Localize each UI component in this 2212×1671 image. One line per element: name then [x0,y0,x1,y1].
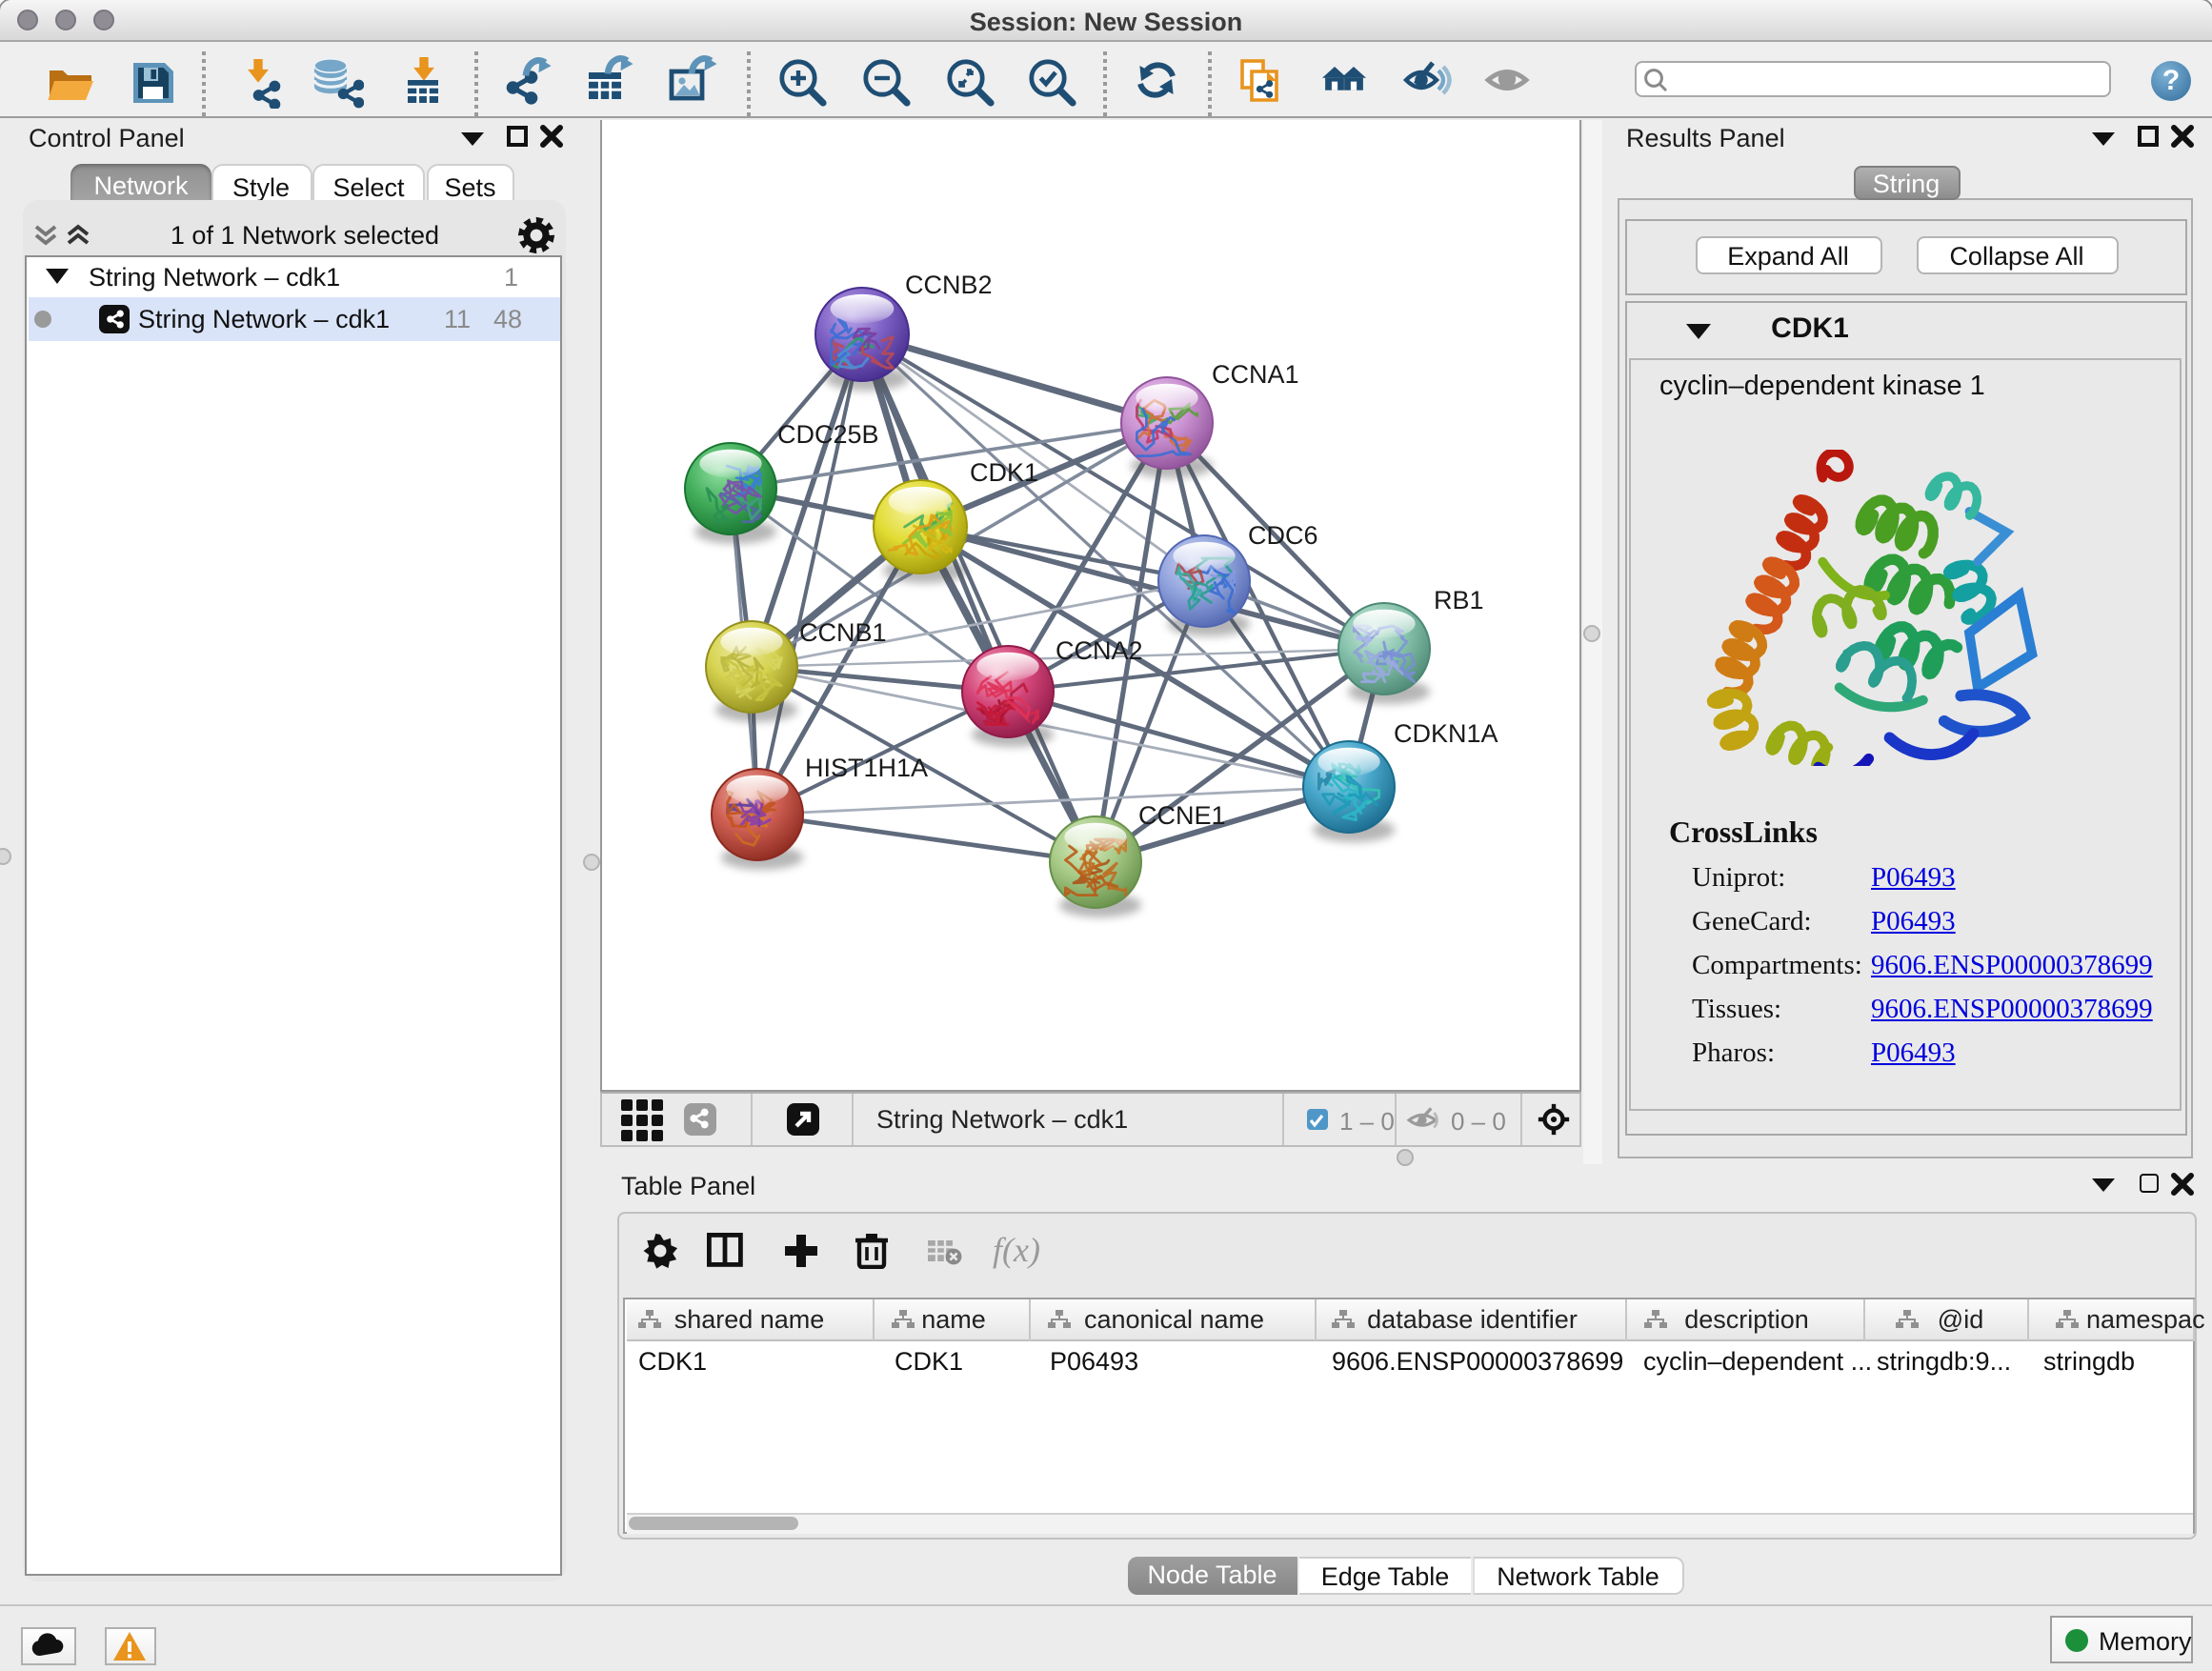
svg-text:HIST1H1A: HIST1H1A [804,753,927,781]
svg-text:CCNA2: CCNA2 [1055,635,1142,664]
svg-text:CDKN1A: CDKN1A [1393,718,1498,747]
svg-text:CCNB2: CCNB2 [904,270,992,298]
svg-text:CCNE1: CCNE1 [1137,800,1225,829]
svg-text:CCNA1: CCNA1 [1211,359,1298,388]
svg-text:CDK1: CDK1 [969,457,1037,486]
svg-text:RB1: RB1 [1433,585,1483,614]
svg-text:CDC6: CDC6 [1247,520,1317,549]
svg-text:CDC25B: CDC25B [776,419,878,448]
svg-text:CCNB1: CCNB1 [798,617,886,646]
